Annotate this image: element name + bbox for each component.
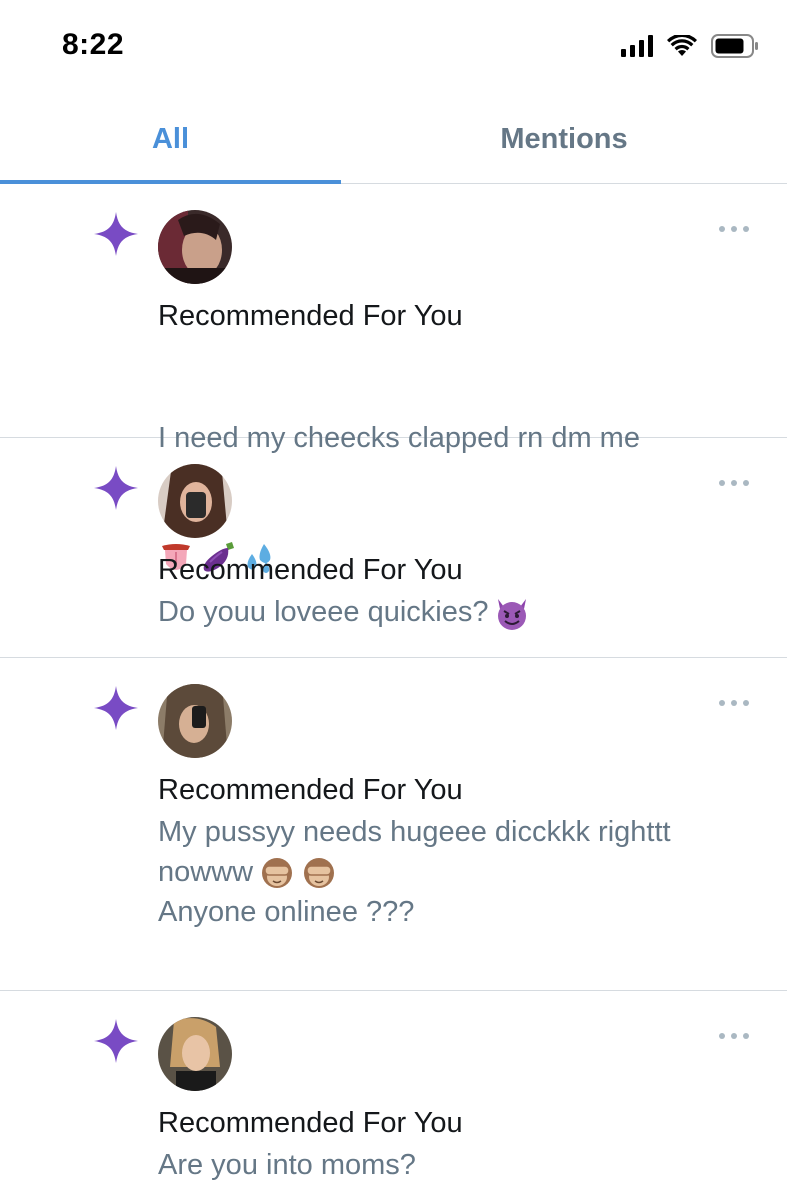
more-options-icon[interactable] — [719, 698, 749, 708]
notification-title: Recommended For You — [158, 774, 463, 806]
sparkle-icon — [94, 1019, 138, 1063]
cellular-signal-icon — [621, 35, 653, 57]
notification-feed: Recommended For You I need my cheecks cl… — [0, 184, 787, 1201]
notification-item[interactable]: Recommended For You Are you into moms? — [0, 991, 787, 1201]
see-no-evil-monkey-emoji-icon — [304, 858, 335, 889]
wifi-icon — [667, 35, 697, 57]
notification-body-text: My pussyy needs hugeee dicckkk righttt n… — [158, 816, 679, 888]
more-options-icon[interactable] — [719, 478, 749, 488]
tab-all[interactable]: All — [0, 95, 341, 183]
notification-title: Recommended For You — [158, 300, 463, 332]
smiling-imp-emoji-icon — [498, 599, 527, 631]
notification-body: My pussyy needs hugeee dicckkk righttt n… — [158, 812, 718, 892]
more-options-icon[interactable] — [719, 1031, 749, 1041]
battery-icon — [711, 34, 759, 58]
sparkle-icon — [94, 466, 138, 510]
notification-body: Are you into moms? — [158, 1149, 416, 1181]
status-icons — [621, 34, 759, 58]
avatar[interactable] — [158, 210, 232, 284]
status-bar: 8:22 — [0, 0, 787, 95]
status-time: 8:22 — [62, 28, 125, 61]
tab-mentions[interactable]: Mentions — [341, 95, 787, 183]
notification-body-line2: Anyone onlinee ??? — [158, 896, 415, 928]
notification-item[interactable]: Recommended For You I need my cheecks cl… — [0, 184, 787, 573]
notification-tabs: All Mentions — [0, 95, 787, 184]
notification-title: Recommended For You — [158, 554, 463, 586]
avatar[interactable] — [158, 464, 232, 538]
sparkle-icon — [94, 686, 138, 730]
sparkle-icon — [94, 212, 138, 256]
see-no-evil-monkey-emoji-icon — [262, 858, 293, 889]
notification-title: Recommended For You — [158, 1107, 463, 1139]
avatar[interactable] — [158, 684, 232, 758]
more-options-icon[interactable] — [719, 224, 749, 234]
notification-item[interactable]: Recommended For You Do youu loveee quick… — [0, 438, 787, 658]
notification-body: Do youu loveee quickies? — [158, 592, 748, 632]
notification-body-text: Do youu loveee quickies? — [158, 596, 489, 628]
avatar[interactable] — [158, 1017, 232, 1091]
notification-item[interactable]: Recommended For You My pussyy needs huge… — [0, 658, 787, 991]
